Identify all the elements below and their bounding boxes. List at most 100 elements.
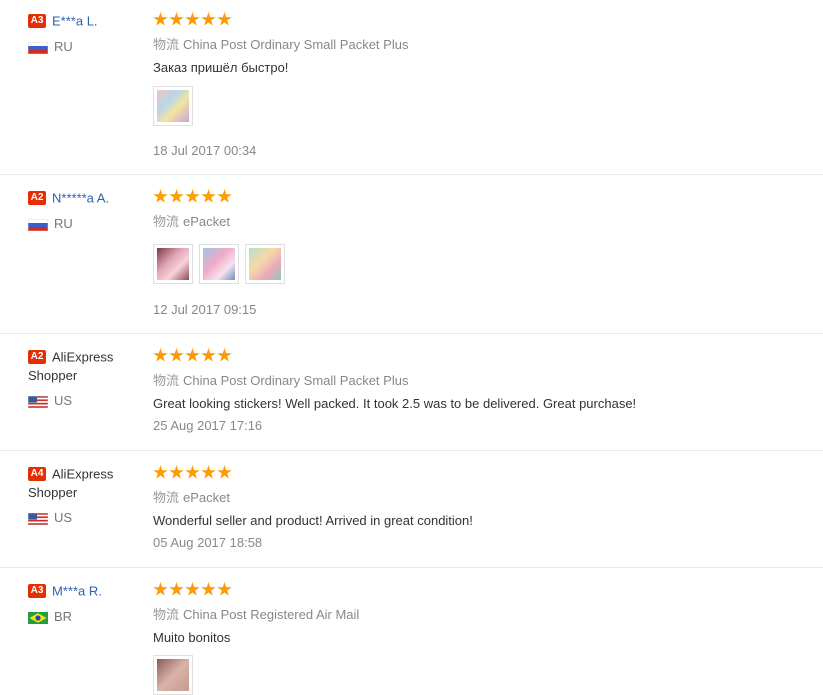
- shipping-value: ePacket: [183, 214, 230, 229]
- star-icon: [153, 189, 168, 203]
- star-rating: [153, 465, 813, 480]
- shipping-method: 物流 ePacket: [153, 211, 230, 230]
- star-icon: [185, 465, 200, 479]
- photo-image: [157, 659, 189, 691]
- photo-image: [203, 248, 235, 280]
- star-icon: [169, 582, 184, 596]
- reviewer-name: AliExpress: [52, 349, 114, 365]
- reviewer-country: US: [28, 393, 72, 408]
- divider: [0, 450, 823, 451]
- shipping-value: China Post Ordinary Small Packet Plus: [183, 37, 409, 52]
- review-content: 物流 ePacket 12 Jul 2017 09:15: [153, 189, 813, 329]
- reviewer: A2 AliExpress Shopper: [28, 348, 138, 385]
- us-flag-icon: [28, 512, 48, 525]
- star-icon: [185, 12, 200, 26]
- country-code: US: [54, 510, 73, 525]
- star-icon: [169, 189, 184, 203]
- ru-flag-icon: [28, 218, 48, 231]
- shipping-label: 物流: [153, 607, 180, 622]
- shipping-label: 物流: [153, 37, 180, 52]
- star-icon: [217, 465, 232, 479]
- star-icon: [217, 12, 232, 26]
- review-date: 18 Jul 2017 00:34: [153, 143, 257, 158]
- star-icon: [217, 582, 232, 596]
- reviewer-name[interactable]: M***a R.: [52, 583, 102, 598]
- review-photo-thumbnail[interactable]: [199, 244, 239, 284]
- shipping-value: China Post Registered Air Mail: [183, 607, 360, 622]
- level-badge: A2: [28, 190, 46, 205]
- review-date: 12 Jul 2017 09:15: [153, 302, 257, 317]
- review-text: Great looking stickers! Well packed. It …: [153, 396, 637, 411]
- br-flag-icon: [28, 611, 48, 624]
- review-photos: [153, 655, 193, 695]
- level-badge: A3: [28, 13, 46, 28]
- star-icon: [169, 12, 184, 26]
- star-icon: [201, 348, 216, 362]
- shipping-method: 物流 China Post Ordinary Small Packet Plus: [153, 370, 408, 389]
- country-code: RU: [54, 39, 73, 54]
- reviewer-country: RU: [28, 39, 73, 54]
- reviewer: A4 AliExpress Shopper: [28, 465, 138, 502]
- star-icon: [153, 582, 168, 596]
- review-date: 25 Aug 2017 17:16: [153, 418, 263, 433]
- star-icon: [153, 348, 168, 362]
- star-rating: [153, 582, 813, 597]
- reviewer-name: AliExpress: [52, 466, 114, 482]
- review-date: 05 Aug 2017 18:58: [153, 535, 263, 550]
- star-icon: [201, 12, 216, 26]
- star-icon: [201, 465, 216, 479]
- divider: [0, 174, 823, 175]
- review-content: 物流 China Post Registered Air Mail Muito b…: [153, 582, 813, 695]
- review-content: 物流 China Post Ordinary Small Packet Plus …: [153, 12, 813, 162]
- reviewer-name[interactable]: E***a L.: [52, 13, 98, 28]
- star-icon: [153, 12, 168, 26]
- level-badge: A3: [28, 583, 46, 598]
- review-photo-thumbnail[interactable]: [153, 244, 193, 284]
- level-badge: A4: [28, 466, 46, 481]
- photo-image: [157, 248, 189, 280]
- country-code: RU: [54, 216, 73, 231]
- review-photo-thumbnail[interactable]: [245, 244, 285, 284]
- star-icon: [169, 465, 184, 479]
- shipping-method: 物流 China Post Registered Air Mail: [153, 604, 359, 623]
- shipping-value: ePacket: [183, 490, 230, 505]
- reviewer-name-line2: Shopper: [28, 485, 78, 500]
- divider: [0, 333, 823, 334]
- review-text: Заказ пришёл быстро!: [153, 60, 289, 75]
- review-text: Muito bonitos: [153, 630, 231, 645]
- star-icon: [185, 582, 200, 596]
- star-icon: [217, 348, 232, 362]
- us-flag-icon: [28, 395, 48, 408]
- reviewer: A2 N*****a A.: [28, 189, 138, 207]
- reviewer: A3 M***a R.: [28, 582, 138, 600]
- star-icon: [153, 465, 168, 479]
- shipping-method: 物流 ePacket: [153, 487, 230, 506]
- star-icon: [217, 189, 232, 203]
- star-rating: [153, 348, 813, 363]
- review-content: 物流 China Post Ordinary Small Packet Plus …: [153, 348, 813, 448]
- shipping-label: 物流: [153, 490, 180, 505]
- star-icon: [185, 348, 200, 362]
- review-photo-thumbnail[interactable]: [153, 86, 193, 126]
- level-badge: A2: [28, 349, 46, 364]
- star-icon: [201, 582, 216, 596]
- photo-image: [249, 248, 281, 280]
- shipping-value: China Post Ordinary Small Packet Plus: [183, 373, 409, 388]
- reviewer-country: BR: [28, 609, 72, 624]
- star-rating: [153, 12, 813, 27]
- ru-flag-icon: [28, 41, 48, 54]
- country-code: US: [54, 393, 73, 408]
- shipping-label: 物流: [153, 373, 180, 388]
- shipping-label: 物流: [153, 214, 180, 229]
- shipping-method: 物流 China Post Ordinary Small Packet Plus: [153, 34, 408, 53]
- country-code: BR: [54, 609, 73, 624]
- review-photos: [153, 86, 193, 126]
- reviewer-name[interactable]: N*****a A.: [52, 190, 109, 205]
- review-photo-thumbnail[interactable]: [153, 655, 193, 695]
- review-photos: [153, 244, 285, 284]
- reviewer-name-line2: Shopper: [28, 368, 78, 383]
- reviewer-country: RU: [28, 216, 73, 231]
- star-icon: [201, 189, 216, 203]
- star-rating: [153, 189, 813, 204]
- reviewer: A3 E***a L.: [28, 12, 138, 30]
